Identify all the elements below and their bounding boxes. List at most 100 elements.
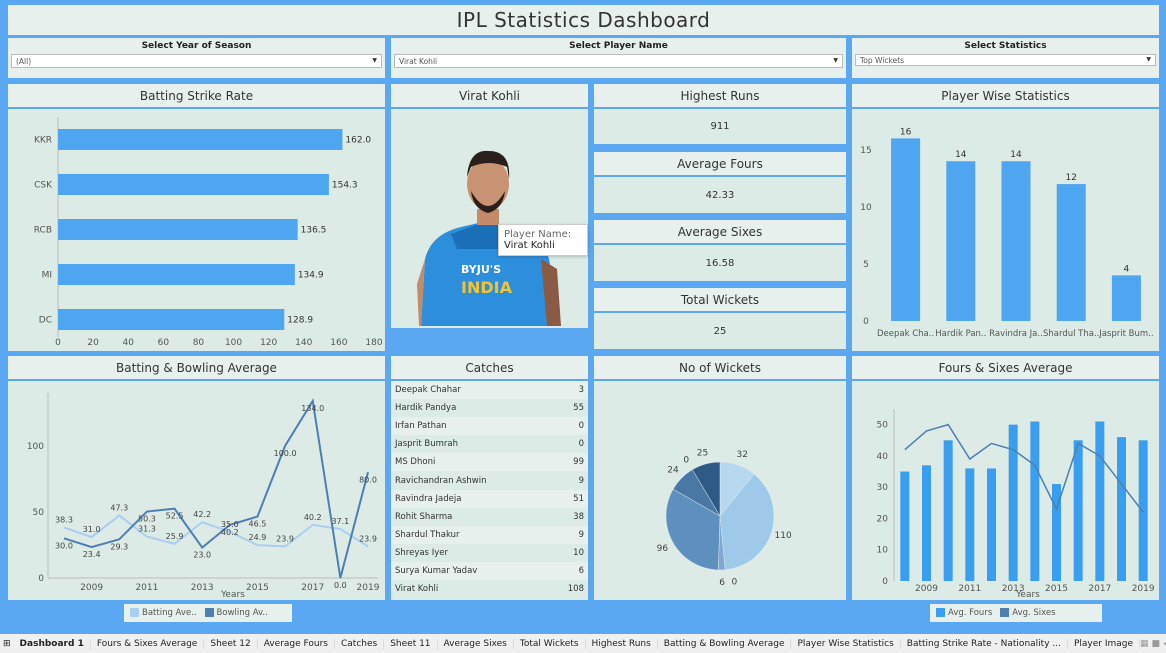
- sheet-tab[interactable]: Sheet 11: [384, 638, 438, 649]
- table-row: MS Dhoni 99: [391, 453, 588, 472]
- filter-player-label: Select Player Name: [569, 41, 668, 51]
- table-row: Hardik Pandya 55: [391, 399, 588, 418]
- sheet-tab[interactable]: Average Fours: [258, 638, 335, 649]
- x-tick-label: 2015: [246, 583, 269, 593]
- x-tick-label: 2009: [915, 584, 938, 594]
- data-label: 47.3: [110, 503, 128, 512]
- x-tick-label: 2017: [301, 583, 324, 593]
- data-label: 25.9: [166, 532, 184, 541]
- strike-rate-chart: KKR 162.0 CSK 154.3 RCB 136.5 MI 134.9 DC 128.9 0 2…: [34, 117, 383, 348]
- data-label: 128.9: [287, 316, 313, 326]
- filter-year-select[interactable]: (All) ▼: [11, 54, 382, 68]
- sheet-tab[interactable]: Highest Runs: [586, 638, 658, 649]
- table-row: Ravichandran Ashwin 9: [391, 471, 588, 490]
- category-label: CSK: [34, 181, 53, 191]
- sheet-tab[interactable]: Total Wickets: [514, 638, 586, 649]
- bar: [922, 465, 931, 581]
- filter-player-select[interactable]: Virat Kohli ▼: [394, 54, 843, 68]
- bar: [58, 219, 298, 240]
- y-tick-label: 40: [877, 452, 889, 462]
- kpi-title: Total Wickets: [594, 288, 846, 313]
- fours-sixes-panel: Fours & Sixes Average 0 10 20 30 40 50 2009 201…: [852, 356, 1159, 600]
- data-label: 52.5: [166, 512, 184, 521]
- dropdown-arrow-icon: ▼: [833, 57, 838, 64]
- bar: [946, 161, 976, 321]
- wickets-title: No of Wickets: [594, 356, 846, 381]
- legend-label: Avg. Sixes: [1012, 608, 1056, 618]
- sheet-tab[interactable]: Dashboard 1: [14, 638, 91, 649]
- jersey-text: INDIA: [461, 278, 513, 297]
- data-label: 136.5: [301, 226, 327, 236]
- slideshow-icon[interactable]: ■: [1152, 639, 1164, 649]
- sheet-tab[interactable]: Catches: [335, 638, 385, 649]
- data-label: 50.3: [138, 515, 156, 524]
- tooltip-value: Virat Kohli: [504, 240, 555, 251]
- series-line: [904, 423, 1144, 513]
- data-label: 46.5: [249, 520, 267, 529]
- table-row: Shreyas Iyer 10: [391, 543, 588, 562]
- sheet-tab[interactable]: Player Wise Statistics: [791, 638, 901, 649]
- player-panel: Virat Kohli BYJU'S INDIA Player Name: Vi…: [391, 84, 588, 328]
- bat-bowl-panel: Batting & Bowling Average 0 50 100 2009 2011…: [8, 356, 385, 600]
- data-label: 14: [1010, 150, 1022, 160]
- sheet-tab[interactable]: Average Sixes: [438, 638, 514, 649]
- x-tick-label: 120: [260, 338, 277, 348]
- jersey-brand: BYJU'S: [461, 263, 501, 276]
- sheet-tab[interactable]: Player Image: [1068, 638, 1141, 649]
- sheet-tab[interactable]: Batting Strike Rate - Nationality ...: [901, 638, 1068, 649]
- x-axis-title: Years: [220, 590, 245, 598]
- legend-item[interactable]: Bowling Av..: [204, 608, 268, 618]
- y-tick-label: 0: [38, 574, 44, 584]
- data-label: 14: [955, 150, 967, 160]
- tooltip-label: Player Name:: [504, 229, 572, 240]
- table-row: Rohit Sharma 38: [391, 507, 588, 526]
- table-row: Jasprit Bumrah 0: [391, 435, 588, 454]
- data-label: 80.0: [359, 475, 377, 484]
- tab-strip: Dashboard 1 Fours & Sixes Average Sheet 12…: [14, 638, 1141, 649]
- y-tick-label: 10: [877, 546, 889, 556]
- slice-label: 6: [719, 578, 725, 588]
- player-title: Virat Kohli: [391, 84, 588, 109]
- data-label: 4: [1124, 264, 1130, 274]
- legend-item[interactable]: Avg. Fours: [936, 608, 992, 618]
- sheet-tab[interactable]: Batting & Bowling Average: [658, 638, 792, 649]
- sheet-tab[interactable]: Sheet 12: [204, 638, 258, 649]
- legend-item[interactable]: Avg. Sixes: [1000, 608, 1056, 618]
- catch-player-name: Rohit Sharma: [395, 511, 453, 522]
- catch-count: 108: [567, 584, 584, 595]
- wickets-pie-chart: 32110069624025: [657, 448, 792, 588]
- x-tick-label: 20: [87, 338, 99, 348]
- y-tick-label: 30: [877, 483, 889, 493]
- catch-count: 3: [578, 385, 584, 396]
- dashboard-title: IPL Statistics Dashboard: [8, 5, 1159, 35]
- x-tick-label: 2015: [1045, 584, 1068, 594]
- data-label: 30.0: [55, 541, 73, 550]
- bat-bowl-title: Batting & Bowling Average: [8, 356, 385, 381]
- data-label: 0.0: [334, 581, 347, 590]
- bat-bowl-legend: Batting Ave.. Bowling Av..: [124, 604, 292, 622]
- table-row: Deepak Chahar 3: [391, 381, 588, 400]
- catch-player-name: Virat Kohli: [395, 584, 439, 595]
- tab-controls[interactable]: ▦■◂▸: [1140, 639, 1166, 649]
- x-tick-label: Ravindra Ja..: [989, 329, 1043, 339]
- bar: [1001, 161, 1031, 321]
- player-wise-chart: 0 5 10 15 16 Deepak Cha.. 14 Hardik Pan.. 14 Ravi…: [860, 127, 1153, 339]
- dashboard-icon: ⊞: [3, 638, 11, 649]
- strike-rate-title: Batting Strike Rate: [8, 84, 385, 109]
- kpi-value: 911: [594, 109, 846, 144]
- sheet-tab[interactable]: Fours & Sixes Average: [91, 638, 205, 649]
- slice-label: 32: [736, 450, 747, 460]
- legend-item[interactable]: Batting Ave..: [130, 608, 197, 618]
- catch-count: 51: [573, 493, 584, 504]
- bat-bowl-chart: 0 50 100 2009 2011 2013 2015 2017 2019 Years 38.3 3…: [27, 393, 380, 600]
- data-label: 31.0: [83, 525, 101, 534]
- filter-stat-select[interactable]: Top Wickets ▼: [855, 54, 1156, 66]
- y-tick-label: 0: [863, 317, 869, 327]
- bar: [1117, 437, 1126, 581]
- table-row: Irfan Pathan 0: [391, 417, 588, 436]
- grid-icon[interactable]: ▦: [1140, 639, 1152, 649]
- bar: [58, 129, 343, 150]
- y-tick-label: 5: [863, 260, 869, 270]
- data-label: 37.1: [331, 517, 349, 526]
- x-tick-label: 2013: [191, 583, 214, 593]
